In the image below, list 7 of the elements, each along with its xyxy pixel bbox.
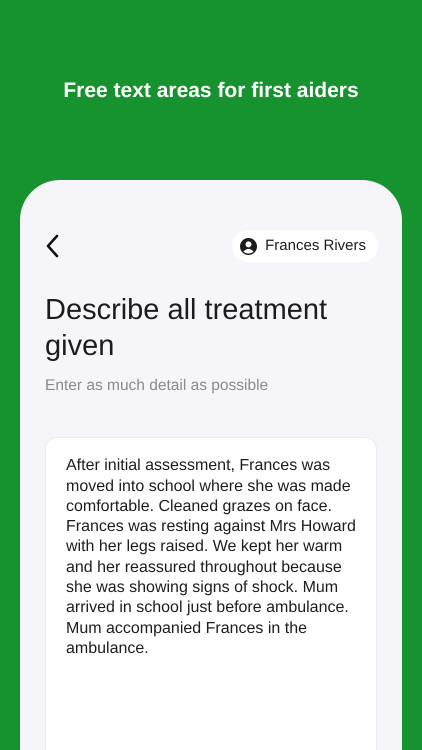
question-subtitle: Enter as much detail as possible: [45, 376, 270, 396]
answer-field[interactable]: After initial assessment, Frances was moved into school where she was made comfortable. Cleaned grazes on face. Frances was resting against Mrs Howard with her legs raised. We kept her warm and her reassured throughout because she was showing signs of shock. Mum arrived in school just before ambulance. Mum accompanied Frances in the ambulance.: [45, 437, 377, 750]
user-icon: [240, 238, 258, 254]
patient-chip[interactable]: Frances Rivers: [232, 230, 378, 262]
back-icon: [45, 234, 59, 258]
headline: Free text areas for first aiders: [63, 78, 359, 104]
question-title: Describe all treatment given: [45, 293, 328, 364]
